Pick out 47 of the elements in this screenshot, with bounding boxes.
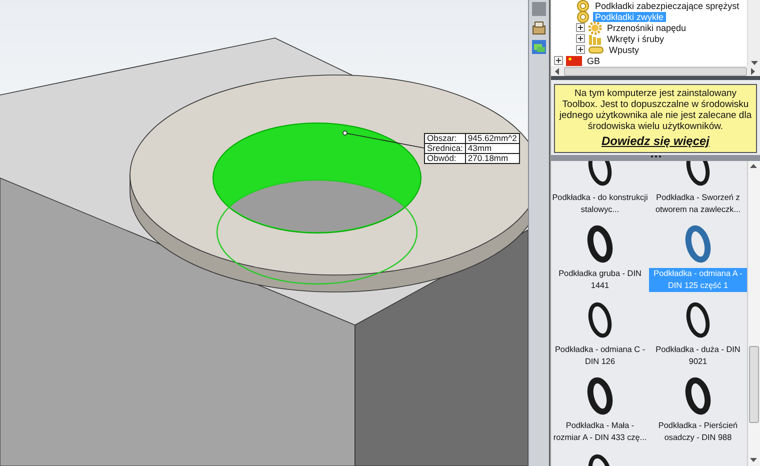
washer-icon: [576, 10, 590, 24]
part-tile[interactable]: Podkładka - Sworzeń z otworem na zawleczk...: [649, 161, 747, 220]
box-icon[interactable]: [531, 20, 547, 36]
expand-toggle[interactable]: [576, 45, 585, 54]
scrollbar[interactable]: [747, 0, 760, 66]
scroll-left-icon[interactable]: [555, 68, 560, 74]
scroll-right-icon[interactable]: [751, 68, 756, 74]
point-marker-icon: [342, 130, 348, 136]
expand-toggle[interactable]: [576, 34, 585, 43]
expand-toggle[interactable]: [554, 56, 563, 65]
flag-icon: [566, 54, 582, 66]
part-label: Podkładka - do konstrukcji stalowyc...: [551, 192, 649, 216]
learn-more-link[interactable]: Dowiedz się więcej: [559, 134, 752, 148]
part-label: Podkładka - odmiana A - DIN 125 część 1: [649, 268, 747, 292]
part-tile[interactable]: Podkładka - Mała - rozmiar A - DIN 433 czę...: [551, 372, 649, 448]
part-label: Podkładka - odmiana C - DIN 126: [554, 344, 646, 368]
tree-item[interactable]: Wkręty i śruby: [605, 34, 666, 44]
tree-item[interactable]: Przenośniki napędu: [605, 22, 688, 32]
measurement-label: Obszar:: [424, 134, 466, 144]
part-tile[interactable]: Podkładka gruba - DIN 1441: [551, 220, 649, 296]
scroll-thumb[interactable]: [749, 346, 759, 423]
part-label: Podkładka gruba - DIN 1441: [558, 268, 642, 292]
measurement-label: Obwód:: [424, 154, 466, 164]
windows-icon[interactable]: [531, 39, 547, 55]
measurement-value: 43mm: [465, 144, 520, 154]
notice-text: Na tym komputerze jest zainstalowany Toolbox. Jest to dopuszczalne w środowisku jednego użytkownika ale nie jest zalecane dla środowiska wielu użytkowników.: [559, 88, 752, 132]
horizontal-scrollbar[interactable]: [551, 66, 760, 76]
scrollbar[interactable]: [747, 161, 760, 466]
part-tile[interactable]: Podkładka - odmiana C - DIN 126: [551, 296, 649, 372]
measurement-value: 270.18mm: [465, 154, 520, 164]
part-label: Podkładka - Sworzeń z otworem na zawleczk...: [654, 192, 742, 216]
part-tile[interactable]: Podkładka - Pierścień osadczy - DIN 988: [649, 372, 747, 448]
part-label: Podkładka - duża - DIN 9021: [654, 344, 742, 368]
part-tile[interactable]: Podkładka - do konstrukcji stalowyc...: [551, 161, 649, 220]
tree-item[interactable]: Wpusty: [607, 44, 642, 54]
part-label: Podkładka - Pierścień osadczy - DIN 988: [657, 420, 739, 444]
scroll-up-icon[interactable]: [750, 164, 757, 169]
measurement-label: Średnica:: [424, 144, 466, 154]
part-label: Podkładka - Mała - rozmiar A - DIN 433 czę...: [552, 420, 648, 444]
tree-item[interactable]: Podkładki zabezpieczające sprężyst: [593, 0, 742, 10]
gear-icon: [588, 20, 602, 34]
tree-item[interactable]: GB: [585, 56, 602, 66]
grip-icon[interactable]: [650, 155, 662, 158]
measurement-value: 945.62mm^2: [465, 134, 520, 144]
part-tile[interactable]: Podkładka - duża - DIN 9021: [649, 296, 747, 372]
scroll-down-icon[interactable]: [750, 458, 757, 463]
expand-toggle[interactable]: [576, 23, 585, 32]
